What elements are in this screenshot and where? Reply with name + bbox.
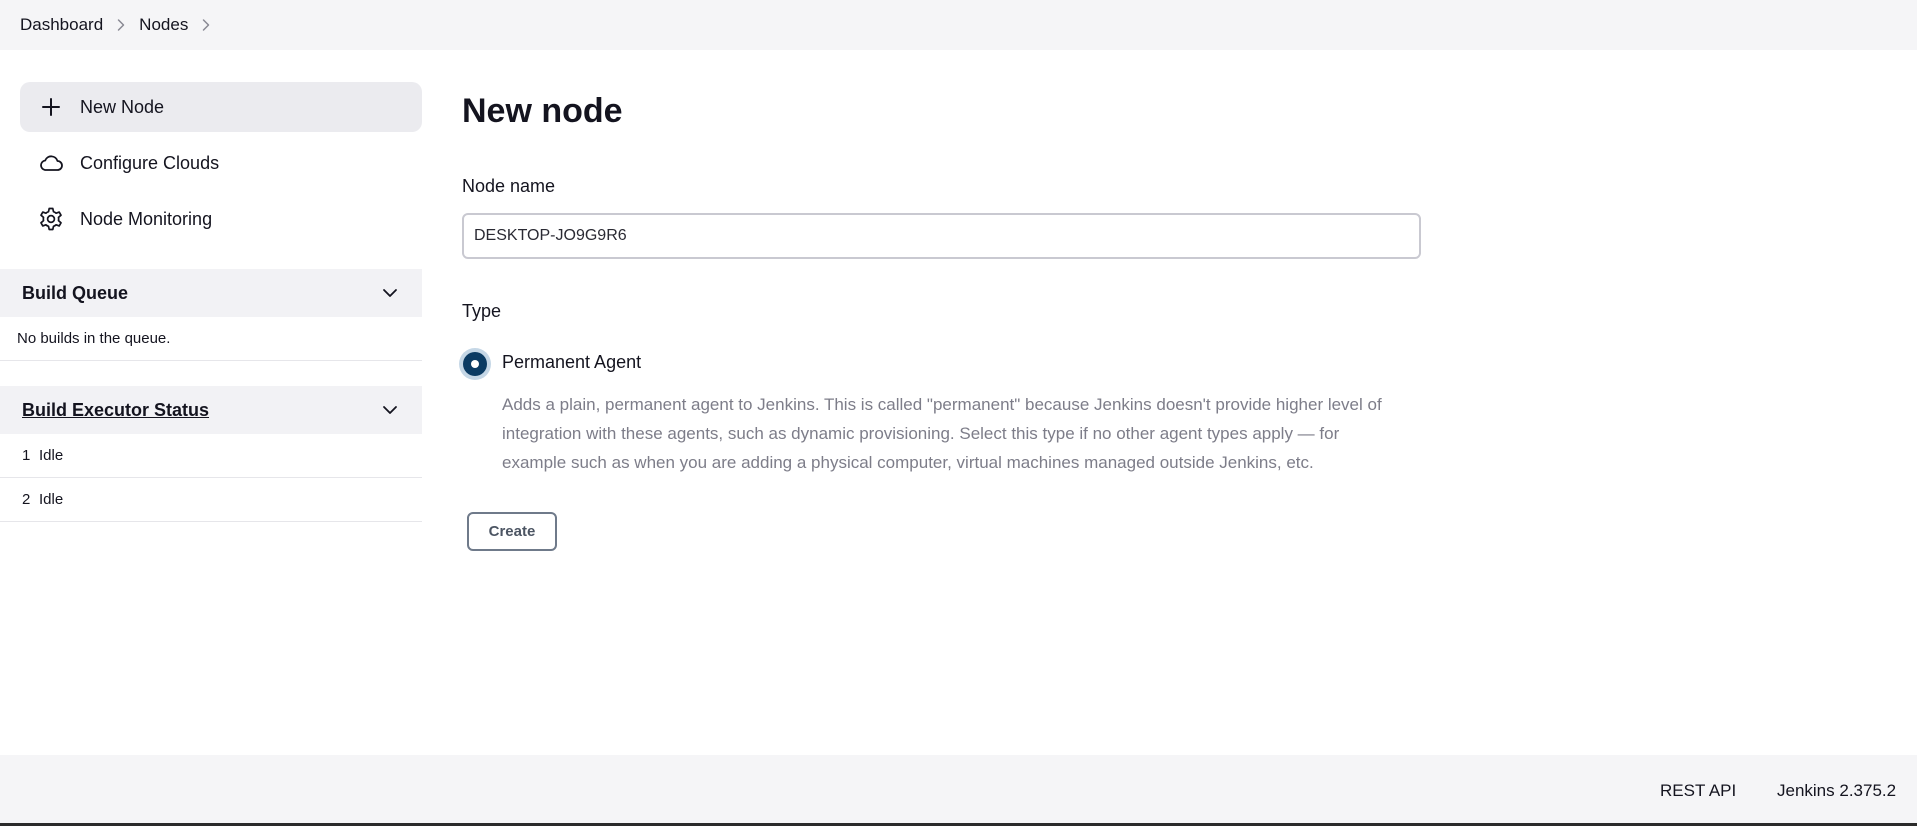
cloud-icon xyxy=(36,148,66,178)
node-monitoring-task[interactable]: Node Monitoring xyxy=(20,194,422,244)
breadcrumb-nodes[interactable]: Nodes xyxy=(139,15,188,35)
gear-icon xyxy=(36,204,66,234)
create-button[interactable]: Create xyxy=(467,512,557,551)
new-node-task[interactable]: New Node xyxy=(20,82,422,132)
executor-row: 2 Idle xyxy=(0,478,422,522)
executor-row: 1 Idle xyxy=(0,434,422,478)
build-queue-row: No builds in the queue. xyxy=(0,317,422,361)
rest-api-link[interactable]: REST API xyxy=(1660,781,1736,801)
type-label: Type xyxy=(462,301,502,321)
node-name-input[interactable] xyxy=(462,213,1421,259)
executor-status: Idle xyxy=(39,447,64,464)
permanent-agent-radio[interactable] xyxy=(459,348,491,380)
build-queue-title: Build Queue xyxy=(22,282,129,303)
executor-status-header: Build Executor Status xyxy=(0,386,422,434)
build-queue-empty: No builds in the queue. xyxy=(17,330,171,347)
breadcrumb: Dashboard Nodes xyxy=(0,0,1917,50)
executor-status: Idle xyxy=(39,491,64,508)
executor-number: 1 xyxy=(22,447,31,464)
node-name-label: Node name xyxy=(462,176,556,196)
executor-status-title[interactable]: Build Executor Status xyxy=(22,400,209,421)
footer xyxy=(0,755,1917,826)
page-title: New node xyxy=(462,92,623,130)
configure-clouds-label: Configure Clouds xyxy=(80,152,220,173)
radio-dot xyxy=(471,360,479,368)
chevron-down-icon[interactable] xyxy=(380,283,400,303)
new-node-label: New Node xyxy=(80,96,165,117)
build-queue-header: Build Queue xyxy=(0,269,422,317)
plus-icon xyxy=(36,92,66,122)
chevron-down-icon[interactable] xyxy=(380,400,400,420)
chevron-right-icon[interactable] xyxy=(188,18,224,32)
configure-clouds-task[interactable]: Configure Clouds xyxy=(20,138,422,188)
chevron-right-icon[interactable] xyxy=(103,18,139,32)
node-monitoring-label: Node Monitoring xyxy=(80,208,213,229)
executor-number: 2 xyxy=(22,491,31,508)
radio-selected-indicator xyxy=(463,352,487,376)
breadcrumb-dashboard[interactable]: Dashboard xyxy=(20,15,103,35)
permanent-agent-description: Adds a plain, permanent agent to Jenkins… xyxy=(502,395,1382,472)
jenkins-version-link[interactable]: Jenkins 2.375.2 xyxy=(1777,781,1896,801)
permanent-agent-label[interactable]: Permanent Agent xyxy=(502,352,641,373)
